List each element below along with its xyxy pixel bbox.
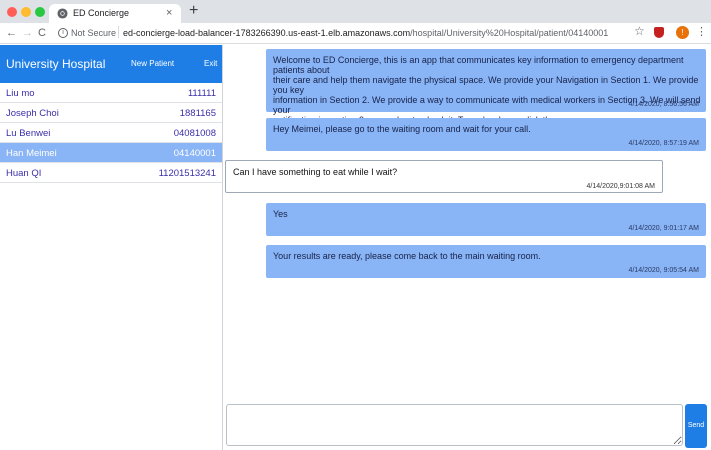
message-timestamp: 4/14/2020, 9:05:54 AM [628,267,699,274]
patient-id: 11201513241 [158,168,216,179]
message-line: Hey Meimei, please go to the waiting roo… [273,124,531,134]
patient-name: Han Meimei [6,148,57,159]
tab-close-icon[interactable]: × [166,6,172,20]
message-timestamp: 4/14/2020,9:01:08 AM [586,183,656,190]
security-indicator[interactable]: Not Secure [71,28,116,38]
hospital-name: University Hospital [6,57,106,71]
url-host: ed-concierge-load-balancer-1783266390.us… [123,28,411,38]
message-text: Yes [273,209,288,219]
patient-sidebar: University Hospital New Patient Exit Liu… [0,45,223,450]
browser-tab[interactable]: ED Concierge × [49,4,181,23]
message-timestamp: 4/14/2020, 8:57:19 AM [628,140,699,147]
message-timestamp: 4/14/2020, 8:56:56 AM [628,101,699,108]
chrome-favicon-icon [57,8,68,19]
extension-shield-icon[interactable] [654,27,664,38]
message-text: Your results are ready, please come back… [273,251,541,261]
message-line: Welcome to ED Concierge, this is an app … [273,55,684,75]
send-button[interactable]: Send [685,404,707,448]
exit-button[interactable]: Exit [204,59,217,68]
message-line: their care and help them navigate the ph… [273,75,699,95]
patient-id: 111111 [187,88,216,99]
patient-id: 1881165 [179,108,216,119]
patient-name: Huan QI [6,168,42,179]
message-text: Hey Meimei, please go to the waiting roo… [273,124,531,134]
patient-row-liu-mo[interactable]: Liu mo 111111 [0,83,222,103]
browser-tab-strip: ED Concierge × + [0,0,711,23]
message-line: Can I have something to eat while I wait… [233,167,398,177]
back-icon[interactable]: ← [6,26,17,40]
message-text: Welcome to ED Concierge, this is an app … [273,55,706,125]
browser-menu-icon[interactable]: ⋮ [696,25,707,39]
patient-name: Lu Benwei [6,128,51,139]
message-bubble[interactable]: Yes 4/14/2020, 9:01:17 AM [266,203,706,236]
patient-id: 04140001 [173,148,216,159]
url-divider [118,26,119,38]
sidebar-header: University Hospital New Patient Exit [0,45,222,83]
message-line: Yes [273,209,288,219]
bookmark-star-icon[interactable]: ☆ [634,24,645,38]
profile-avatar[interactable]: ! [676,26,689,39]
minimize-window-button[interactable] [21,7,31,17]
new-tab-button[interactable]: + [189,1,198,21]
message-bubble[interactable]: Welcome to ED Concierge, this is an app … [266,49,706,125]
url-field[interactable]: i Not Secure ed-concierge-load-balancer-… [54,25,684,42]
forward-icon[interactable]: → [22,26,33,40]
patient-id: 04081008 [173,128,216,139]
patient-name: Liu mo [6,88,35,99]
message-bubble[interactable]: Hey Meimei, please go to the waiting roo… [266,118,706,151]
message-line: Your results are ready, please come back… [273,251,541,261]
chat-panel: Welcome to ED Concierge, this is an app … [223,45,711,450]
patient-row-huan-qi[interactable]: Huan QI 11201513241 [0,163,222,183]
patient-list: Liu mo 111111 Joseph Choi 1881165 Lu Ben… [0,83,222,183]
reload-icon[interactable]: C [38,26,46,40]
patient-row-han-meimei[interactable]: Han Meimei 04140001 [0,143,222,163]
tab-title: ED Concierge [73,8,130,18]
address-bar: ← → C i Not Secure ed-concierge-load-bal… [0,23,711,44]
message-timestamp: 4/14/2020, 9:01:17 AM [628,225,699,232]
patient-reply-bubble[interactable]: Can I have something to eat while I wait… [225,160,663,193]
message-input[interactable] [226,404,683,446]
info-icon[interactable]: i [58,28,68,38]
patient-row-joseph-choi[interactable]: Joseph Choi 1881165 [0,103,222,123]
patient-name: Joseph Choi [6,108,59,119]
new-patient-button[interactable]: New Patient [131,59,174,68]
url-text: ed-concierge-load-balancer-1783266390.us… [123,28,608,38]
close-window-button[interactable] [7,7,17,17]
maximize-window-button[interactable] [35,7,45,17]
message-bubble[interactable]: Your results are ready, please come back… [266,245,706,278]
message-text: Can I have something to eat while I wait… [233,167,397,177]
url-path: /hospital/University%20Hospital/patient/… [410,28,609,38]
app-root: University Hospital New Patient Exit Liu… [0,45,711,450]
patient-row-lu-benwei[interactable]: Lu Benwei 04081008 [0,123,222,143]
